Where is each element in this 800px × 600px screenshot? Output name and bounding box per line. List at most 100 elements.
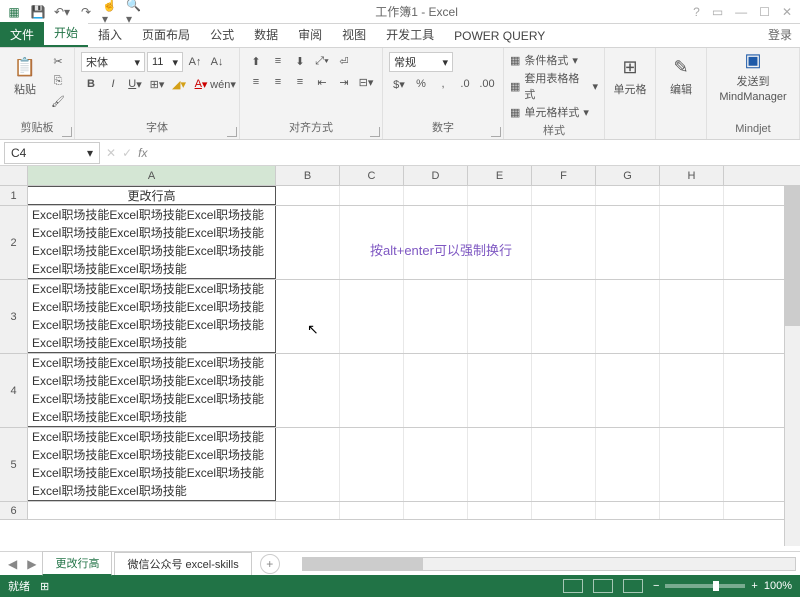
cell[interactable] — [404, 502, 468, 519]
cell[interactable] — [660, 354, 724, 427]
formula-input[interactable] — [153, 143, 796, 163]
cell[interactable] — [340, 354, 404, 427]
login-link[interactable]: 登录 — [760, 22, 800, 47]
close-icon[interactable]: ✕ — [782, 5, 792, 19]
cell-a3[interactable]: Excel职场技能Excel职场技能Excel职场技能Excel职场技能Exce… — [28, 280, 276, 353]
table-format-button[interactable]: ▦套用表格格式▾ — [510, 70, 598, 102]
cell[interactable] — [404, 186, 468, 205]
ribbon-options-icon[interactable]: ▭ — [712, 5, 723, 19]
col-header-a[interactable]: A — [28, 166, 276, 185]
zoom-slider[interactable] — [665, 584, 745, 588]
cell[interactable] — [532, 354, 596, 427]
align-bottom-icon[interactable]: ⬇ — [290, 52, 310, 70]
format-painter-icon[interactable]: 🖌 — [48, 92, 68, 110]
cell[interactable] — [660, 186, 724, 205]
cut-icon[interactable]: ✂ — [48, 52, 68, 70]
row-header-5[interactable]: 5 — [0, 428, 28, 501]
name-box[interactable]: C4▾ — [4, 142, 100, 164]
cell[interactable] — [276, 354, 340, 427]
col-header-d[interactable]: D — [404, 166, 468, 185]
sheet-tab-1[interactable]: 更改行高 — [42, 551, 112, 576]
cell[interactable] — [468, 502, 532, 519]
cell-a2[interactable]: Excel职场技能Excel职场技能Excel职场技能Excel职场技能Exce… — [28, 206, 276, 279]
col-header-f[interactable]: F — [532, 166, 596, 185]
zoom-out-button[interactable]: − — [653, 580, 659, 592]
maximize-icon[interactable]: ☐ — [759, 5, 770, 19]
cell[interactable] — [660, 502, 724, 519]
tab-insert[interactable]: 插入 — [88, 22, 132, 47]
tab-home[interactable]: 开始 — [44, 20, 88, 47]
decrease-indent-icon[interactable]: ⇤ — [312, 73, 332, 91]
scrollbar-thumb[interactable] — [303, 558, 423, 570]
orientation-icon[interactable]: ⤢▾ — [312, 52, 332, 70]
align-right-icon[interactable]: ≡ — [290, 73, 310, 91]
tab-review[interactable]: 审阅 — [288, 22, 332, 47]
cell[interactable] — [276, 280, 340, 353]
wrap-text-icon[interactable]: ⏎ — [334, 52, 354, 70]
sheet-nav-next-icon[interactable]: ▶ — [23, 557, 40, 571]
tab-file[interactable]: 文件 — [0, 22, 44, 47]
dialog-launcher-icon[interactable] — [370, 127, 380, 137]
row-header-3[interactable]: 3 — [0, 280, 28, 353]
align-center-icon[interactable]: ≡ — [268, 73, 288, 91]
cell[interactable] — [340, 502, 404, 519]
comma-icon[interactable]: , — [433, 75, 453, 93]
tab-view[interactable]: 视图 — [332, 22, 376, 47]
col-header-b[interactable]: B — [276, 166, 340, 185]
cell[interactable] — [532, 186, 596, 205]
vertical-scrollbar[interactable] — [784, 186, 800, 546]
enter-icon[interactable]: ✓ — [122, 146, 132, 160]
save-icon[interactable]: 💾 — [30, 4, 46, 20]
cell[interactable] — [660, 206, 724, 279]
cell-a4[interactable]: Excel职场技能Excel职场技能Excel职场技能Excel职场技能Exce… — [28, 354, 276, 427]
cell[interactable] — [276, 428, 340, 501]
phonetic-icon[interactable]: wén▾ — [213, 75, 233, 93]
scrollbar-thumb[interactable] — [785, 186, 800, 326]
align-left-icon[interactable]: ≡ — [246, 73, 266, 91]
cell[interactable] — [276, 502, 340, 519]
increase-font-icon[interactable]: A↑ — [185, 53, 205, 71]
cell-a1[interactable]: 更改行高 — [28, 186, 276, 205]
cell-styles-button[interactable]: ▦单元格样式▾ — [510, 104, 598, 120]
col-header-c[interactable]: C — [340, 166, 404, 185]
slider-thumb[interactable] — [713, 581, 719, 591]
zoom-in-button[interactable]: + — [751, 580, 757, 592]
row-header-1[interactable]: 1 — [0, 186, 28, 205]
cell[interactable] — [660, 280, 724, 353]
cell[interactable] — [404, 428, 468, 501]
cell[interactable] — [468, 186, 532, 205]
percent-icon[interactable]: % — [411, 75, 431, 93]
tab-developer[interactable]: 开发工具 — [376, 22, 444, 47]
zoom-value[interactable]: 100% — [764, 580, 792, 592]
copy-icon[interactable]: ⎘ — [48, 72, 68, 90]
number-format-select[interactable]: 常规▾ — [389, 52, 453, 72]
align-top-icon[interactable]: ⬆ — [246, 52, 266, 70]
cell[interactable] — [532, 206, 596, 279]
fill-color-icon[interactable]: ◢▾ — [169, 75, 189, 93]
currency-icon[interactable]: $▾ — [389, 75, 409, 93]
underline-icon[interactable]: U▾ — [125, 75, 145, 93]
cell[interactable] — [596, 186, 660, 205]
font-size-select[interactable]: 11▾ — [147, 52, 183, 72]
touch-icon[interactable]: ☝▾ — [102, 4, 118, 20]
normal-view-button[interactable] — [563, 579, 583, 593]
row-header-4[interactable]: 4 — [0, 354, 28, 427]
cell[interactable] — [404, 354, 468, 427]
cell[interactable] — [340, 280, 404, 353]
cell[interactable] — [596, 354, 660, 427]
col-header-g[interactable]: G — [596, 166, 660, 185]
fx-icon[interactable]: fx — [138, 146, 147, 160]
select-all-corner[interactable] — [0, 166, 28, 185]
cell[interactable] — [596, 206, 660, 279]
col-header-h[interactable]: H — [660, 166, 724, 185]
cell[interactable] — [532, 428, 596, 501]
help-icon[interactable]: ? — [693, 5, 700, 19]
font-color-icon[interactable]: A▾ — [191, 75, 211, 93]
undo-icon[interactable]: ↶▾ — [54, 4, 70, 20]
cell[interactable] — [660, 428, 724, 501]
cell[interactable] — [340, 428, 404, 501]
editing-button[interactable]: ✎编辑 — [662, 52, 700, 100]
decrease-font-icon[interactable]: A↓ — [207, 53, 227, 71]
cell[interactable] — [596, 502, 660, 519]
conditional-format-button[interactable]: ▦条件格式▾ — [510, 52, 598, 68]
